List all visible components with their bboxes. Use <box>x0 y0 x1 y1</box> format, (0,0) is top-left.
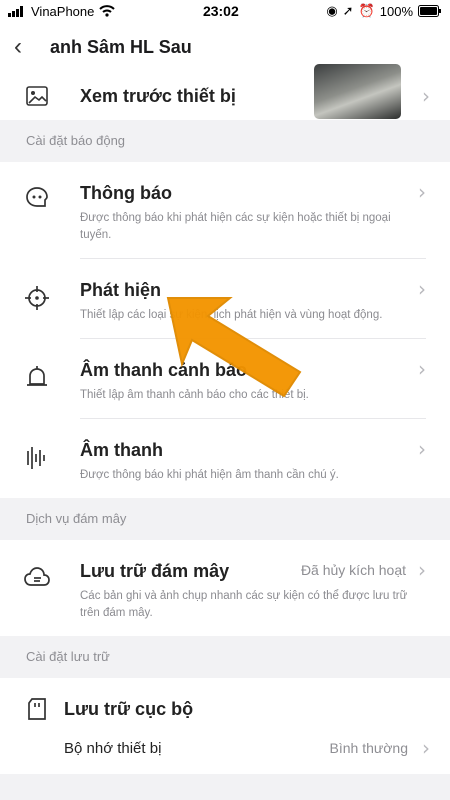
detection-title: Phát hiện <box>80 280 162 300</box>
signal-icon <box>8 5 23 17</box>
sound-wave-icon <box>24 419 50 498</box>
cloud-storage-desc: Các bản ghi và ảnh chụp nhanh các sự kiệ… <box>80 590 408 619</box>
alarm-clock-icon: ⏰ <box>358 3 375 18</box>
sound-body: Âm thanh Được thông báo khi phát hiện âm… <box>80 419 426 498</box>
alert-sound-body: Âm thanh cảnh báo Thiết lập âm thanh cản… <box>80 339 426 419</box>
image-icon <box>24 86 50 106</box>
chevron-right-icon: › <box>418 357 426 381</box>
chevron-right-icon: › <box>422 84 430 108</box>
page-title: anh Sâm HL Sau <box>50 36 192 57</box>
bell-icon <box>24 339 50 419</box>
status-right: ◉ ➚ ⏰ 100% <box>326 3 442 19</box>
notification-row[interactable]: Thông báo Được thông báo khi phát hiện c… <box>0 162 450 259</box>
section-cloud-label: Dịch vụ đám mây <box>26 511 127 526</box>
device-memory-row[interactable]: Bộ nhớ thiết bị Bình thường › <box>0 722 450 774</box>
device-preview-label: Xem trước thiết bị <box>80 86 236 106</box>
sd-card-icon <box>24 698 50 720</box>
status-time: 23:02 <box>202 3 239 19</box>
chevron-right-icon: › <box>418 558 426 582</box>
notification-desc: Được thông báo khi phát hiện các sự kiện… <box>80 212 391 241</box>
section-storage-label: Cài đặt lưu trữ <box>26 649 110 664</box>
detection-body: Phát hiện Thiết lập các loại sự kiện, lị… <box>80 259 426 339</box>
cloud-storage-body: Lưu trữ đám mây Đã hủy kích hoạt Các bản… <box>80 540 426 636</box>
section-alarm-label: Cài đặt báo động <box>26 133 126 148</box>
chevron-right-icon: › <box>422 736 430 760</box>
notification-title: Thông báo <box>80 183 172 203</box>
device-preview-row[interactable]: Xem trước thiết bị › <box>0 64 450 120</box>
alarm-settings-card: Thông báo Được thông báo khi phát hiện c… <box>0 162 450 498</box>
notification-body: Thông báo Được thông báo khi phát hiện c… <box>80 162 426 259</box>
detection-row[interactable]: Phát hiện Thiết lập các loại sự kiện, lị… <box>0 259 450 339</box>
location-arrow-icon: ➚ <box>342 3 354 18</box>
sound-desc: Được thông báo khi phát hiện âm thanh cầ… <box>80 469 339 481</box>
status-bar: VinaPhone 23:02 ◉ ➚ ⏰ 100% <box>0 0 450 22</box>
battery-icon <box>418 5 441 17</box>
local-storage-card: Lưu trữ cục bộ Bộ nhớ thiết bị Bình thườ… <box>0 678 450 774</box>
back-icon[interactable]: ‹ <box>14 33 44 61</box>
chevron-right-icon: › <box>418 180 426 204</box>
crosshair-icon <box>24 259 50 339</box>
alert-sound-desc: Thiết lập âm thanh cảnh báo cho các thiế… <box>80 389 309 401</box>
device-preview-thumbnail <box>314 64 401 119</box>
sound-title: Âm thanh <box>80 440 163 460</box>
device-memory-status: Bình thường <box>329 740 409 756</box>
cloud-storage-status: Đã hủy kích hoạt <box>300 562 406 578</box>
device-memory-label: Bộ nhớ thiết bị <box>64 739 162 757</box>
local-storage-title: Lưu trữ cục bộ <box>64 699 194 719</box>
status-left: VinaPhone <box>8 3 116 19</box>
cloud-icon <box>24 540 50 636</box>
detection-desc: Thiết lập các loại sự kiện, lịch phát hi… <box>80 309 383 321</box>
cloud-card: Lưu trữ đám mây Đã hủy kích hoạt Các bản… <box>0 540 450 636</box>
chevron-right-icon: › <box>418 277 426 301</box>
alert-sound-title: Âm thanh cảnh báo <box>80 360 248 380</box>
local-storage-header: Lưu trữ cục bộ <box>0 696 450 722</box>
chevron-right-icon: › <box>418 437 426 461</box>
location-icon: ◉ <box>326 3 338 18</box>
alert-sound-row[interactable]: Âm thanh cảnh báo Thiết lập âm thanh cản… <box>0 339 450 419</box>
wifi-icon <box>99 5 116 17</box>
chat-bubble-icon <box>24 162 50 259</box>
cloud-storage-row[interactable]: Lưu trữ đám mây Đã hủy kích hoạt Các bản… <box>0 540 450 636</box>
sound-row[interactable]: Âm thanh Được thông báo khi phát hiện âm… <box>0 419 450 498</box>
battery-label: 100% <box>379 3 413 19</box>
carrier-label: VinaPhone <box>31 3 95 19</box>
